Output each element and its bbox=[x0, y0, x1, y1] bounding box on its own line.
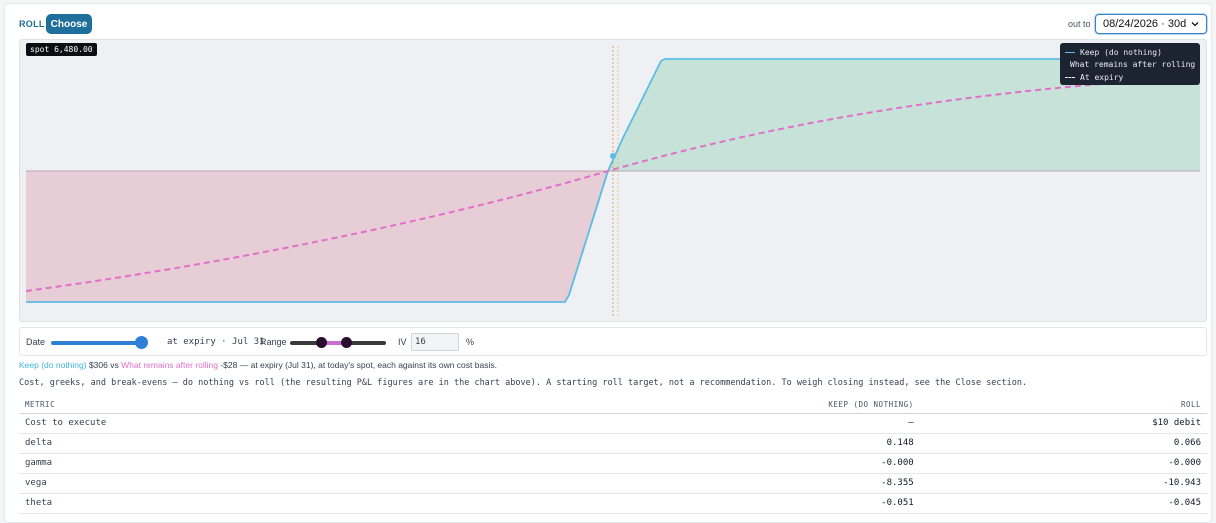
metric-name: vega bbox=[19, 473, 460, 494]
section-description: Cost, greeks, and break-evens — do nothi… bbox=[19, 378, 1028, 388]
date-slider-thumb[interactable] bbox=[135, 336, 148, 349]
iv-label: IV bbox=[398, 337, 407, 347]
pnl-summary: Keep (do nothing) $306 vs What remains a… bbox=[19, 360, 497, 370]
table-row: theta -0.051 -0.045 bbox=[19, 493, 1207, 514]
out-to-label: out to bbox=[1068, 19, 1091, 29]
expiry-select-value: 08/24/2026 · 30d bbox=[1103, 18, 1187, 30]
legend-label-expiry: At expiry bbox=[1080, 72, 1124, 82]
pnl-chart-canvas bbox=[25, 46, 1201, 318]
legend-label-keep: Keep (do nothing) bbox=[1080, 47, 1162, 57]
metrics-table: METRIC KEEP (DO NOTHING) ROLL Cost to ex… bbox=[19, 396, 1207, 514]
legend-item-expiry: At expiry bbox=[1065, 71, 1195, 84]
chart-legend: Keep (do nothing) What remains after rol… bbox=[1060, 43, 1200, 85]
range-slider-low-thumb[interactable] bbox=[316, 337, 327, 348]
choose-button[interactable]: Choose bbox=[46, 14, 92, 34]
iv-unit: % bbox=[466, 337, 475, 347]
table-row: vega -8.355 -10.943 bbox=[19, 473, 1207, 494]
keep-value: -0.000 bbox=[459, 453, 920, 474]
roll-value: -10.943 bbox=[919, 473, 1207, 494]
pnl-chart[interactable]: spot 6,480.00 Keep (do nothing) What rem… bbox=[19, 39, 1207, 322]
range-slider-high-thumb[interactable] bbox=[341, 337, 352, 348]
expiry-select[interactable]: 08/24/2026 · 30d bbox=[1095, 14, 1207, 34]
keep-spot-marker bbox=[610, 153, 616, 159]
at-expiry-text: at expiry · Jul 31 bbox=[167, 337, 265, 347]
metric-name: delta bbox=[19, 433, 460, 454]
summary-roll-name: What remains after rolling bbox=[121, 360, 218, 370]
keep-loss-area bbox=[26, 171, 608, 302]
legend-item-keep: Keep (do nothing) bbox=[1065, 46, 1195, 59]
iv-input[interactable]: 16 bbox=[411, 333, 459, 351]
range-label: Range bbox=[260, 337, 287, 347]
summary-keep-value: $306 bbox=[88, 360, 108, 370]
keep-value: -8.355 bbox=[459, 473, 920, 494]
table-header-row: METRIC KEEP (DO NOTHING) ROLL bbox=[19, 396, 1207, 414]
controls-bar: Date at expiry · Jul 31 Range IV 16 % bbox=[19, 327, 1207, 356]
metric-name: Cost to execute bbox=[19, 413, 460, 434]
roll-value: -0.045 bbox=[919, 493, 1207, 514]
roll-value: $10 debit bbox=[919, 413, 1207, 434]
summary-keep-name: Keep (do nothing) bbox=[19, 360, 87, 370]
date-label: Date bbox=[26, 337, 46, 347]
legend-swatch-expiry bbox=[1065, 76, 1075, 78]
roll-section-label: ROLL bbox=[19, 19, 45, 29]
roll-panel: ROLL Choose out to 08/24/2026 · 30d spot… bbox=[4, 3, 1212, 523]
legend-label-roll: What remains after rolling bbox=[1070, 60, 1196, 70]
header-roll: ROLL bbox=[919, 396, 1207, 414]
roll-value: 0.066 bbox=[919, 433, 1207, 454]
header-keep: KEEP (DO NOTHING) bbox=[459, 396, 920, 414]
roll-value: -0.000 bbox=[919, 453, 1207, 474]
summary-tail: — at expiry (Jul 31), at today's spot, e… bbox=[239, 360, 497, 370]
table-row: Cost to execute — $10 debit bbox=[19, 413, 1207, 434]
chevron-down-icon bbox=[1191, 22, 1199, 27]
keep-value: -0.051 bbox=[459, 493, 920, 514]
summary-roll-value: -$28 bbox=[220, 360, 238, 370]
legend-item-roll: What remains after rolling bbox=[1065, 59, 1195, 72]
header-metric: METRIC bbox=[19, 396, 460, 414]
keep-value: 0.148 bbox=[459, 433, 920, 454]
table-row: gamma -0.000 -0.000 bbox=[19, 453, 1207, 474]
metric-name: theta bbox=[19, 493, 460, 514]
keep-value: — bbox=[459, 413, 920, 434]
spot-tag: spot 6,480.00 bbox=[26, 43, 97, 56]
date-slider-track[interactable] bbox=[51, 341, 143, 345]
summary-vs: vs bbox=[110, 360, 119, 370]
metric-name: gamma bbox=[19, 453, 460, 474]
legend-swatch-keep bbox=[1065, 51, 1075, 53]
table-row: delta 0.148 0.066 bbox=[19, 433, 1207, 454]
